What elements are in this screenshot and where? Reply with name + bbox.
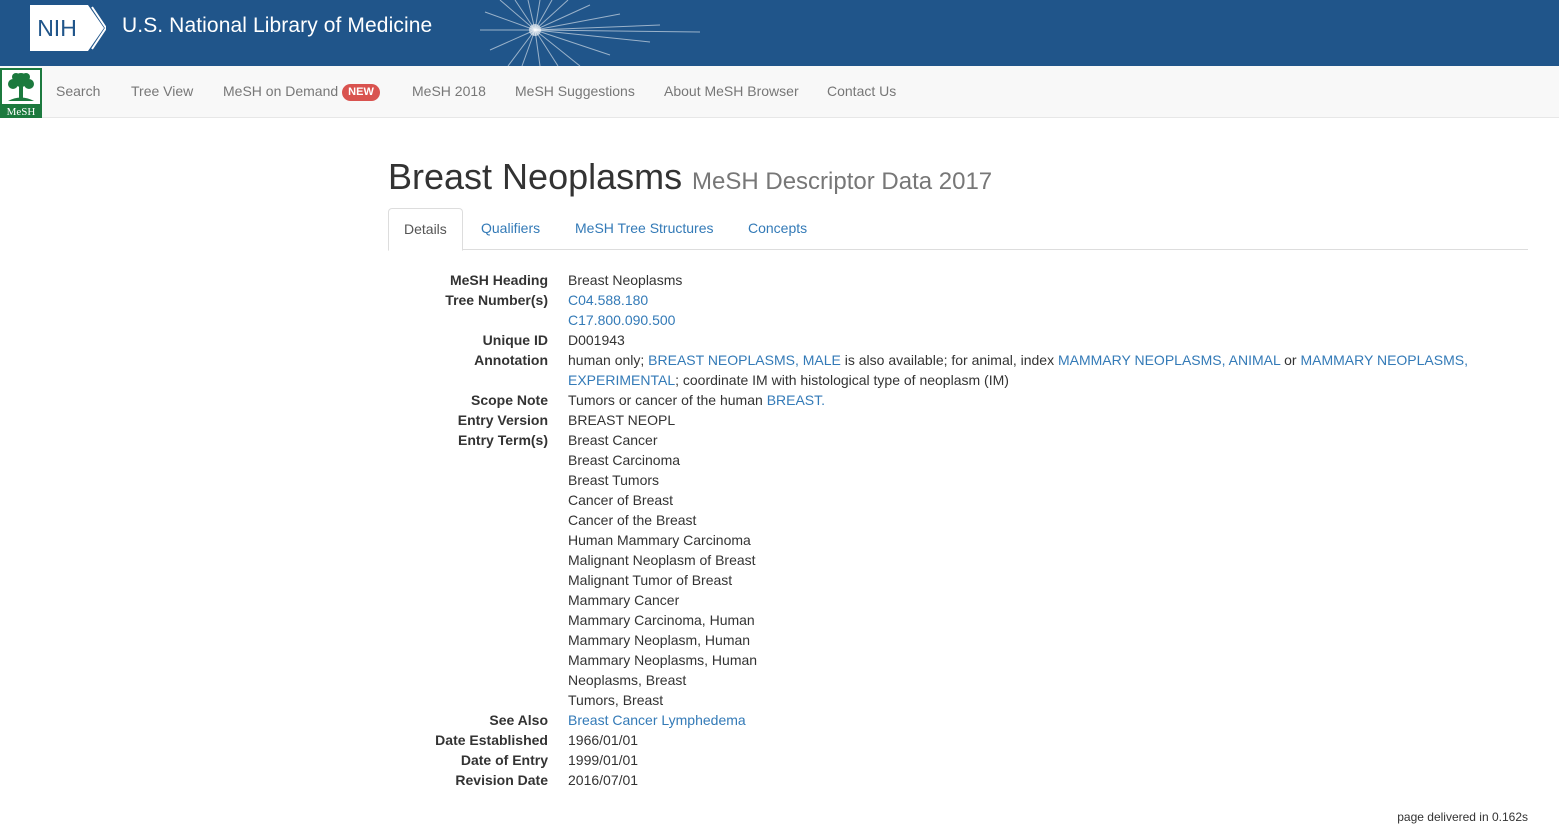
descriptor-details: MeSH Heading Breast Neoplasms Tree Numbe…	[388, 270, 1528, 790]
entry-term: Breast Tumors	[568, 472, 660, 488]
mesh-logo[interactable]: MeSH	[0, 68, 42, 118]
entry-term: Mammary Cancer	[568, 592, 680, 608]
page-delivery-time: page delivered in 0.162s	[1397, 810, 1528, 824]
tab-mesh-tree-structures[interactable]: MeSH Tree Structures	[560, 208, 729, 248]
value-date-established: 1966/01/01	[568, 732, 639, 748]
label-entry-terms: Entry Term(s)	[458, 432, 548, 448]
annotation-text: or	[1280, 352, 1301, 368]
new-badge: NEW	[342, 84, 380, 101]
tree-number-link[interactable]: C04.588.180	[568, 292, 648, 308]
value-entry-terms: Breast Cancer Breast Carcinoma Breast Tu…	[568, 430, 1468, 710]
nav-search[interactable]: Search	[56, 83, 100, 99]
entry-term: Malignant Neoplasm of Breast	[568, 552, 756, 568]
row-see-also: See Also Breast Cancer Lymphedema	[388, 710, 1528, 730]
entry-term: Malignant Tumor of Breast	[568, 572, 733, 588]
row-tree-numbers: Tree Number(s) C04.588.180 C17.800.090.5…	[388, 290, 1528, 330]
row-mesh-heading: MeSH Heading Breast Neoplasms	[388, 270, 1528, 290]
label-scope-note: Scope Note	[470, 392, 548, 408]
value-revision-date: 2016/07/01	[568, 772, 639, 788]
nav-mesh-on-demand[interactable]: MeSH on Demand NEW	[223, 83, 380, 101]
nih-logo[interactable]: NIH	[30, 5, 106, 51]
annotation-link-mammary-neoplasms-animal[interactable]: MAMMARY NEOPLASMS, ANIMAL	[1058, 352, 1280, 368]
descriptor-subtitle: MeSH Descriptor Data 2017	[692, 168, 993, 195]
entry-term: Cancer of the Breast	[568, 512, 697, 528]
row-unique-id: Unique ID D001943	[388, 330, 1528, 350]
nav-contact-us[interactable]: Contact Us	[827, 83, 896, 99]
value-scope-note: Tumors or cancer of the human BREAST.	[568, 390, 1468, 410]
entry-term: Mammary Neoplasm, Human	[568, 632, 751, 648]
entry-term: Mammary Neoplasms, Human	[568, 652, 758, 668]
label-tree-numbers: Tree Number(s)	[445, 292, 548, 308]
nav-about-mesh-browser[interactable]: About MeSH Browser	[664, 83, 799, 99]
entry-term: Mammary Carcinoma, Human	[568, 612, 755, 628]
nav-tree-view[interactable]: Tree View	[131, 83, 193, 99]
entry-term: Breast Cancer	[568, 432, 658, 448]
detail-tabs: Details Qualifiers MeSH Tree Structures …	[388, 208, 1528, 251]
value-date-of-entry: 1999/01/01	[568, 752, 639, 768]
row-entry-terms: Entry Term(s) Breast Cancer Breast Carci…	[388, 430, 1528, 710]
see-also-link[interactable]: Breast Cancer Lymphedema	[568, 712, 746, 728]
value-mesh-heading: Breast Neoplasms	[568, 272, 683, 288]
entry-term: Human Mammary Carcinoma	[568, 532, 751, 548]
row-revision-date: Revision Date 2016/07/01	[388, 770, 1528, 790]
annotation-text: is also available; for animal, index	[840, 352, 1058, 368]
label-mesh-heading: MeSH Heading	[449, 272, 548, 288]
tab-concepts[interactable]: Concepts	[733, 208, 822, 248]
label-date-established: Date Established	[435, 732, 548, 748]
nav-mesh-2018[interactable]: MeSH 2018	[412, 83, 486, 99]
row-scope-note: Scope Note Tumors or cancer of the human…	[388, 390, 1528, 410]
annotation-link-breast-neoplasms-male[interactable]: BREAST NEOPLASMS, MALE	[648, 352, 841, 368]
mesh-logo-text: MeSH	[7, 106, 36, 118]
main-navbar: MeSH Search Tree View MeSH on Demand NEW …	[0, 66, 1559, 118]
label-see-also: See Also	[489, 712, 548, 728]
nih-banner: NIH U.S. National Library of Medicine	[0, 0, 1559, 66]
entry-term: Breast Carcinoma	[568, 452, 681, 468]
entry-term: Neoplasms, Breast	[568, 672, 687, 688]
row-date-established: Date Established 1966/01/01	[388, 730, 1528, 750]
tree-number-link[interactable]: C17.800.090.500	[568, 312, 675, 328]
nav-mesh-suggestions[interactable]: MeSH Suggestions	[515, 83, 635, 99]
label-revision-date: Revision Date	[455, 772, 548, 788]
starburst-graphic	[480, 0, 701, 66]
annotation-text: ; coordinate IM with histological type o…	[675, 372, 1009, 388]
value-entry-version: BREAST NEOPL	[568, 412, 676, 428]
descriptor-title: Breast Neoplasms	[388, 156, 683, 197]
annotation-text: human only;	[568, 352, 649, 368]
page-title: Breast Neoplasms MeSH Descriptor Data 20…	[388, 156, 992, 198]
nav-mesh-on-demand-label: MeSH on Demand	[223, 83, 339, 99]
value-see-also: Breast Cancer Lymphedema	[568, 710, 1468, 730]
row-date-of-entry: Date of Entry 1999/01/01	[388, 750, 1528, 770]
nih-site-title[interactable]: U.S. National Library of Medicine	[122, 14, 432, 38]
value-tree-numbers: C04.588.180 C17.800.090.500	[568, 290, 1468, 330]
entry-term: Tumors, Breast	[568, 692, 664, 708]
label-annotation: Annotation	[474, 352, 548, 368]
nih-logo-text: NIH	[37, 15, 77, 41]
row-annotation: Annotation human only; BREAST NEOPLASMS,…	[388, 350, 1528, 390]
tab-qualifiers[interactable]: Qualifiers	[466, 208, 555, 248]
value-annotation: human only; BREAST NEOPLASMS, MALE is al…	[568, 350, 1468, 390]
scope-note-link-breast[interactable]: BREAST.	[767, 392, 825, 408]
tab-details[interactable]: Details	[388, 208, 463, 251]
entry-term: Cancer of Breast	[568, 492, 674, 508]
label-unique-id: Unique ID	[482, 332, 548, 348]
row-entry-version: Entry Version BREAST NEOPL	[388, 410, 1528, 430]
scope-note-text: Tumors or cancer of the human	[568, 392, 767, 408]
label-date-of-entry: Date of Entry	[460, 752, 548, 768]
label-entry-version: Entry Version	[457, 412, 548, 428]
value-unique-id: D001943	[568, 332, 625, 348]
